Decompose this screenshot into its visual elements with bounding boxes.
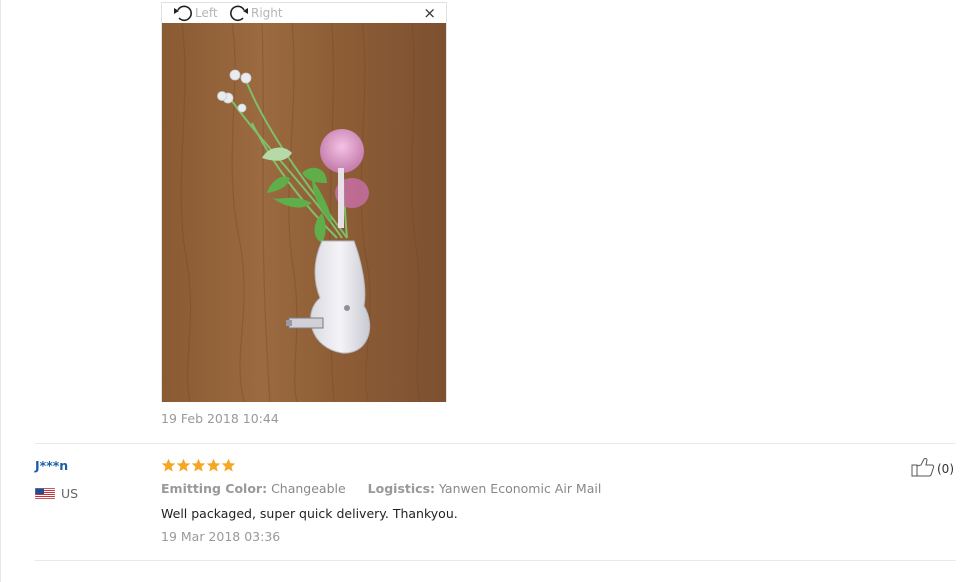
review-date: 19 Feb 2018 10:44 — [161, 411, 279, 426]
buyer-name-link[interactable]: J***n — [35, 458, 68, 473]
close-icon[interactable]: × — [423, 5, 436, 21]
review-date: 19 Mar 2018 03:36 — [161, 529, 281, 544]
viewer-toolbar: Left Right × — [162, 3, 446, 23]
helpful-button[interactable]: (0) — [911, 457, 954, 481]
star-icon — [176, 458, 191, 473]
rotate-right-button[interactable]: Right — [228, 4, 283, 22]
star-icon — [191, 458, 206, 473]
rotate-left-button[interactable]: Left — [172, 4, 218, 22]
helpful-count: (0) — [937, 462, 954, 476]
logistics-value: Yanwen Economic Air Mail — [439, 481, 602, 496]
emitting-color-value: Changeable — [271, 481, 346, 496]
us-flag-icon — [34, 484, 56, 503]
photo-night-light-vase — [162, 23, 446, 402]
emitting-color-label: Emitting Color: — [161, 481, 268, 496]
country-code: US — [61, 486, 79, 501]
rotate-right-icon — [228, 4, 250, 22]
star-icon — [161, 458, 176, 473]
order-attributes: Emitting Color: Changeable Logistics: Ya… — [161, 481, 601, 496]
review-text: Well packaged, super quick delivery. Tha… — [161, 506, 458, 521]
star-icon — [206, 458, 221, 473]
rotate-right-label: Right — [251, 6, 283, 20]
logistics-label: Logistics: — [367, 481, 436, 496]
page-left-border — [0, 0, 1, 582]
rotate-left-icon — [172, 4, 194, 22]
thumbs-up-icon — [911, 457, 935, 481]
review-divider — [35, 443, 956, 444]
review-image-viewer: Left Right × — [161, 2, 447, 402]
star-icon — [221, 458, 236, 473]
review-divider — [35, 560, 956, 561]
star-rating — [161, 458, 236, 473]
review-photo[interactable] — [162, 23, 446, 402]
rotate-left-label: Left — [195, 6, 218, 20]
buyer-country: US — [34, 484, 79, 503]
